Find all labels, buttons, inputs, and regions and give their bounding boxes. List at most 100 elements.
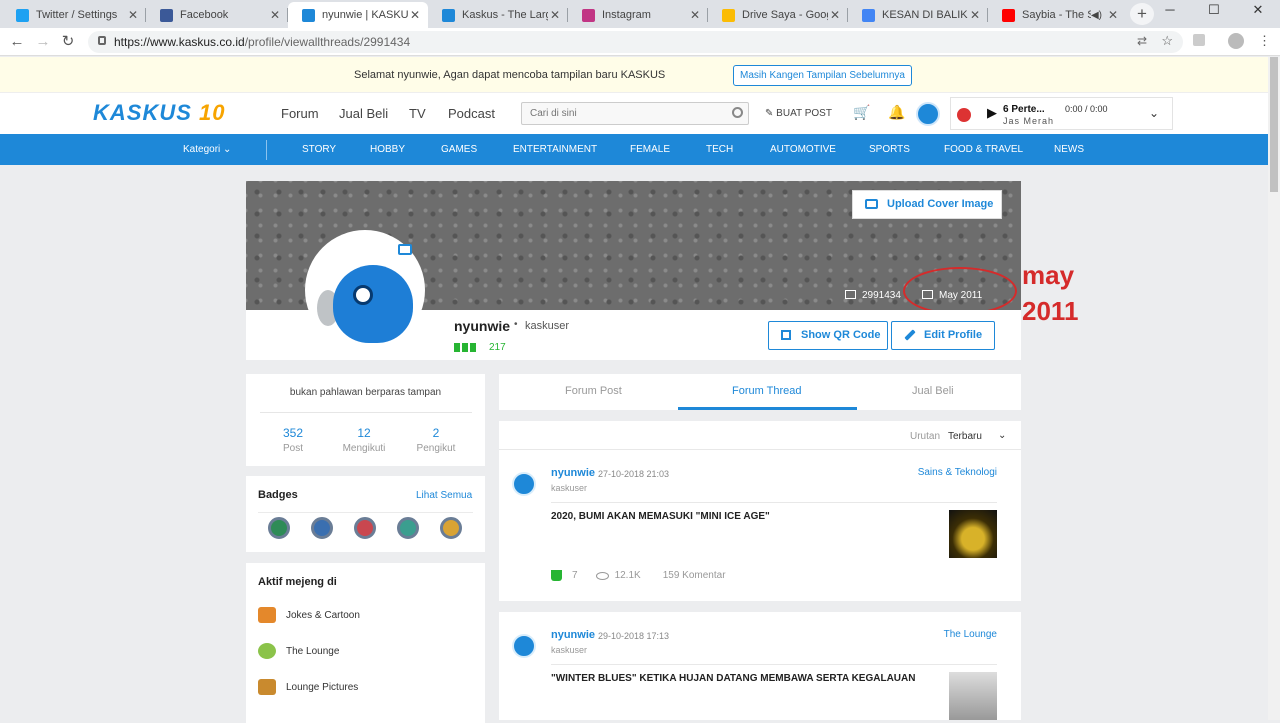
menu-icon[interactable]: ⋮: [1258, 33, 1271, 49]
nav-forum[interactable]: Forum: [281, 106, 319, 121]
stat-post[interactable]: 352 Post: [263, 426, 323, 454]
thread-title[interactable]: 2020, BUMI AKAN MEMASUKI "MINI ICE AGE": [551, 511, 941, 522]
search-icon[interactable]: [732, 107, 743, 118]
divider: [258, 512, 473, 513]
category-sports[interactable]: SPORTS: [869, 144, 910, 155]
forum-item-lounge-pictures[interactable]: Lounge Pictures: [258, 679, 358, 695]
cendol-icon: [551, 570, 562, 581]
nav-jual-beli[interactable]: Jual Beli: [339, 106, 388, 121]
thread-title[interactable]: "WINTER BLUES" KETIKA HUJAN DATANG MEMBA…: [551, 673, 941, 684]
thread-author-avatar[interactable]: [512, 634, 536, 658]
edit-profile-button[interactable]: Edit Profile: [891, 321, 995, 350]
browser-tab-youtube[interactable]: Saybia - The Sec ◀) ✕: [988, 2, 1126, 28]
address-bar[interactable]: https://www.kaskus.co.id/profile/viewall…: [88, 31, 1183, 53]
tab-forum-thread[interactable]: Forum Thread: [732, 385, 802, 397]
close-tab-icon[interactable]: ✕: [1106, 8, 1120, 22]
category-tech[interactable]: TECH: [706, 144, 733, 155]
change-avatar-camera-icon[interactable]: [398, 244, 412, 255]
category-hobby[interactable]: HOBBY: [370, 144, 405, 155]
tab-jual-beli[interactable]: Jual Beli: [912, 385, 954, 397]
badge-icon[interactable]: [354, 517, 376, 539]
logo-anniversary-badge: 10: [199, 100, 226, 125]
audio-playing-icon[interactable]: ◀): [1091, 10, 1102, 21]
category-automotive[interactable]: AUTOMOTIVE: [770, 144, 836, 155]
close-tab-icon[interactable]: ✕: [828, 8, 842, 22]
forum-name: Lounge Pictures: [286, 681, 359, 693]
badge-icon[interactable]: [268, 517, 290, 539]
category-entertainment[interactable]: ENTERTAINMENT: [513, 144, 597, 155]
chevron-down-icon[interactable]: ⌄: [1149, 106, 1159, 120]
thread-thumbnail[interactable]: [949, 672, 997, 720]
bookmark-star-icon[interactable]: ☆: [1161, 33, 1173, 49]
stat-mengikuti[interactable]: 12 Mengikuti: [334, 426, 394, 454]
category-female[interactable]: FEMALE: [630, 144, 670, 155]
browser-tab-drive[interactable]: Drive Saya - Google ✕: [708, 2, 848, 28]
category-story[interactable]: STORY: [302, 144, 336, 155]
browser-tab-kaskus-profile[interactable]: nyunwie | KASKUS ✕: [288, 2, 428, 28]
forward-button[interactable]: →: [33, 32, 53, 52]
search-input[interactable]: [522, 103, 722, 124]
close-window-button[interactable]: ✕: [1236, 0, 1280, 24]
stat-pengikut[interactable]: 2 Pengikut: [406, 426, 466, 454]
create-post-button[interactable]: ✎ BUAT POST: [765, 108, 832, 119]
thread-thumbnail[interactable]: [949, 510, 997, 558]
close-tab-icon[interactable]: ✕: [268, 8, 282, 22]
browser-tab-kaskus[interactable]: Kaskus - The Largest ✕: [428, 2, 568, 28]
profile-tabs: Forum Post Forum Thread Jual Beli: [499, 374, 1021, 410]
play-button[interactable]: ▶: [987, 105, 997, 121]
badge-icon[interactable]: [311, 517, 333, 539]
category-news[interactable]: NEWS: [1054, 144, 1084, 155]
close-tab-icon[interactable]: ✕: [968, 8, 982, 22]
thread-item[interactable]: nyunwie 29-10-2018 17:13 kaskuser The Lo…: [499, 612, 1021, 720]
forum-item-jokes-cartoon[interactable]: Jokes & Cartoon: [258, 607, 360, 623]
show-qr-code-button[interactable]: Show QR Code: [768, 321, 888, 350]
thread-author-avatar[interactable]: [512, 472, 536, 496]
browser-tab-instagram[interactable]: Instagram ✕: [568, 2, 708, 28]
close-tab-icon[interactable]: ✕: [688, 8, 702, 22]
sort-dropdown[interactable]: Terbaru: [948, 431, 982, 442]
account-icon[interactable]: [1228, 33, 1244, 49]
badge-icon[interactable]: [440, 517, 462, 539]
new-look-banner: Selamat nyunwie, Agan dapat mencoba tamp…: [0, 57, 1268, 93]
back-button[interactable]: ←: [7, 32, 27, 52]
chevron-down-icon[interactable]: ⌄: [998, 430, 1006, 441]
thread-category-link[interactable]: Sains & Teknologi: [918, 467, 997, 478]
browser-tab-facebook[interactable]: Facebook ✕: [146, 2, 288, 28]
category-food-travel[interactable]: FOOD & TRAVEL: [944, 144, 1023, 155]
user-avatar[interactable]: [916, 102, 940, 126]
extension-icon[interactable]: [1193, 34, 1205, 46]
cart-icon[interactable]: 🛒: [853, 104, 870, 121]
see-all-badges-link[interactable]: Lihat Semua: [416, 490, 472, 501]
kaskus-logo[interactable]: KASKUS 10: [93, 100, 226, 126]
notification-bell-icon[interactable]: 🔔: [888, 104, 905, 121]
close-tab-icon[interactable]: ✕: [126, 8, 140, 22]
kategori-dropdown[interactable]: Kategori ⌄: [183, 144, 231, 155]
thread-author[interactable]: nyunwie: [551, 629, 595, 641]
page-scrollbar[interactable]: [1268, 57, 1280, 720]
minimize-button[interactable]: ─: [1148, 0, 1192, 24]
nav-tv[interactable]: TV: [409, 106, 426, 121]
thread-category-link[interactable]: The Lounge: [944, 629, 997, 640]
url-path: /profile/viewallthreads/2991434: [244, 35, 411, 49]
close-tab-icon[interactable]: ✕: [408, 8, 422, 22]
reload-button[interactable]: ↻: [58, 32, 78, 52]
close-tab-icon[interactable]: ✕: [548, 8, 562, 22]
category-games[interactable]: GAMES: [441, 144, 477, 155]
forum-item-the-lounge[interactable]: The Lounge: [258, 643, 339, 659]
thread-item[interactable]: nyunwie 27-10-2018 21:03 kaskuser Sains …: [499, 450, 1021, 601]
translate-icon[interactable]: ⇄: [1137, 34, 1147, 48]
browser-tab-docs[interactable]: KESAN DI BALIK 19 T ✕: [848, 2, 988, 28]
pencil-icon: ✎: [765, 108, 774, 119]
browser-tab-twitter[interactable]: Twitter / Settings ✕: [2, 2, 146, 28]
nav-podcast[interactable]: Podcast: [448, 106, 495, 121]
tab-title: Twitter / Settings: [36, 9, 118, 21]
badge-icon[interactable]: [397, 517, 419, 539]
scrollbar-thumb[interactable]: [1270, 57, 1278, 192]
comment-count[interactable]: 159 Komentar: [663, 570, 726, 581]
old-layout-button[interactable]: Masih Kangen Tampilan Sebelumnya: [733, 65, 912, 86]
url-text[interactable]: https://www.kaskus.co.id/profile/viewall…: [114, 35, 410, 49]
maximize-button[interactable]: ☐: [1192, 0, 1236, 24]
upload-cover-button[interactable]: Upload Cover Image: [852, 190, 1002, 219]
thread-author[interactable]: nyunwie: [551, 467, 595, 479]
tab-forum-post[interactable]: Forum Post: [565, 385, 622, 397]
